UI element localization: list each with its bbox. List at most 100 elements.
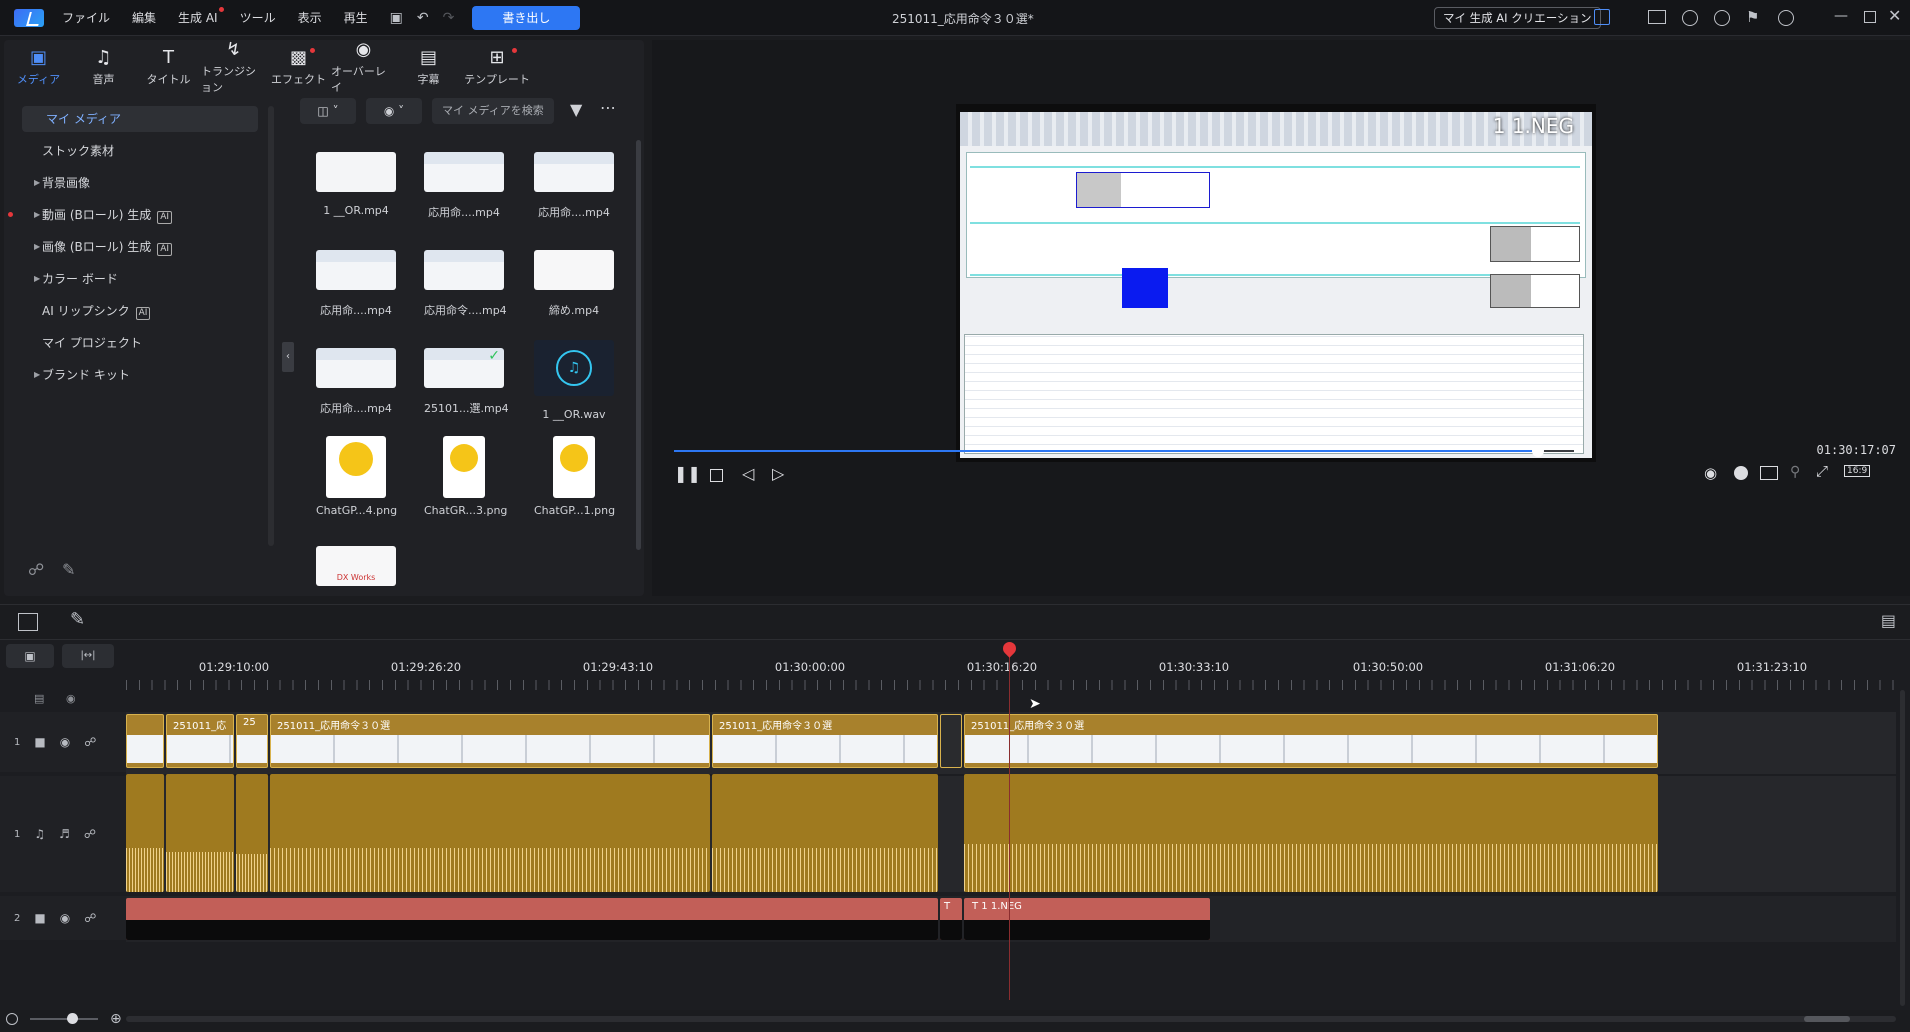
redo-icon[interactable]: ↷: [443, 10, 455, 26]
media-item[interactable]: 応用命令....mp4: [424, 250, 507, 318]
track-manager-icon[interactable]: [18, 613, 38, 631]
speaker-icon[interactable]: ♬: [59, 827, 70, 841]
restore-icon[interactable]: [1864, 11, 1876, 23]
timeline-hscroll-thumb[interactable]: [1804, 1016, 1850, 1022]
tree-item-broll-video[interactable]: ▶ 動画 (Bロール) 生成 AI: [4, 202, 274, 228]
close-icon[interactable]: ✕: [1888, 6, 1901, 25]
tab-effect[interactable]: ▩ エフェクト: [266, 40, 331, 94]
tree-item-broll-image[interactable]: ▶ 画像 (Bロール) 生成 AI: [4, 234, 274, 260]
track-list-icon[interactable]: ▤: [34, 692, 44, 705]
notification-icon[interactable]: ⚑: [1746, 8, 1759, 26]
media-item[interactable]: 締め.mp4: [534, 250, 614, 318]
tab-title[interactable]: T タイトル: [136, 40, 201, 94]
zoom-icon[interactable]: ⚲: [1790, 464, 1800, 480]
timeline-hscrollbar[interactable]: [126, 1016, 1896, 1022]
menu-edit[interactable]: 編集: [132, 9, 156, 26]
lock-icon[interactable]: ☍: [84, 911, 96, 925]
video-clip[interactable]: [940, 714, 962, 768]
audio-clip[interactable]: [236, 774, 268, 892]
video-clip[interactable]: 251011_応用命令３０選: [964, 714, 1658, 768]
title-clip[interactable]: T 1 1.NEG: [964, 898, 1210, 940]
menu-file[interactable]: ファイル: [62, 9, 110, 26]
eye-icon[interactable]: ◉: [60, 911, 70, 925]
search-input[interactable]: マイ メディアを検索: [432, 98, 554, 124]
preview-video[interactable]: 1 1.NEG: [956, 104, 1596, 462]
audio-clip[interactable]: [126, 774, 164, 892]
tab-transition[interactable]: ↯ トランジション: [201, 39, 266, 94]
media-item[interactable]: 応用命....mp4: [316, 250, 396, 318]
media-item[interactable]: ChatGP...1.png: [534, 436, 615, 517]
tree-item-my-media[interactable]: マイ メディア: [22, 106, 258, 132]
export-button[interactable]: 書き出し: [472, 5, 581, 30]
zoom-in-icon[interactable]: ⊕: [110, 1011, 122, 1027]
video-clip[interactable]: 251011_応用命令３０選: [270, 714, 710, 768]
subtitle-toggle-icon[interactable]: [1760, 466, 1778, 480]
tree-item-my-project[interactable]: マイ プロジェクト: [4, 330, 274, 356]
seek-bar[interactable]: [674, 445, 1574, 457]
menu-tools[interactable]: ツール: [240, 9, 276, 26]
filter-icon[interactable]: ▼: [570, 100, 582, 119]
fit-timeline-button[interactable]: |↔|: [62, 644, 114, 668]
import-button[interactable]: ◫ ˅: [300, 98, 356, 124]
timeline-settings-icon[interactable]: ▤: [1881, 611, 1896, 630]
undo-icon[interactable]: ↶: [417, 10, 429, 26]
video-clip[interactable]: [126, 714, 164, 768]
gear-icon[interactable]: [1682, 10, 1698, 26]
tree-item-ai-lipsync[interactable]: AI リップシンク AI: [4, 298, 274, 324]
tab-audio[interactable]: ♫ 音声: [71, 40, 136, 94]
zoom-slider-handle[interactable]: [67, 1013, 78, 1024]
title-clip[interactable]: T: [940, 898, 962, 940]
timeline-view-button[interactable]: ▣: [6, 644, 54, 668]
zoom-out-icon[interactable]: [6, 1013, 18, 1025]
account-icon[interactable]: [1778, 10, 1794, 26]
tree-item-background[interactable]: ▶ 背景画像: [4, 170, 274, 196]
next-frame-icon[interactable]: ▷: [772, 464, 784, 483]
video-clip[interactable]: 251011_応: [166, 714, 234, 768]
video-clip[interactable]: 251011_応用命令３０選: [712, 714, 938, 768]
seek-handle[interactable]: [1532, 445, 1544, 457]
media-item[interactable]: ChatGR...3.png: [424, 436, 507, 517]
audio-clip[interactable]: [964, 774, 1658, 892]
zoom-slider[interactable]: [30, 1018, 98, 1020]
media-item[interactable]: DX Works: [316, 546, 396, 586]
tag-icon[interactable]: ☍: [28, 560, 44, 579]
timeline-vscrollbar[interactable]: [1900, 690, 1905, 1006]
media-item[interactable]: ♫ 1 __OR.wav: [534, 340, 614, 421]
media-item[interactable]: 応用命....mp4: [316, 348, 396, 416]
edit-icon[interactable]: ✎: [70, 609, 85, 630]
media-item[interactable]: 応用命....mp4: [534, 152, 614, 220]
menu-view[interactable]: 表示: [298, 9, 322, 26]
tab-subtitle[interactable]: ▤ 字幕: [396, 40, 461, 94]
tree-item-color-board[interactable]: ▶ カラー ボード: [4, 266, 274, 292]
tree-item-brand-kit[interactable]: ▶ ブランド キット: [4, 362, 274, 388]
lock-icon[interactable]: ☍: [84, 827, 96, 841]
tab-template[interactable]: ⊞ テンプレート: [461, 40, 533, 94]
media-item[interactable]: 1 __OR.mp4: [316, 152, 396, 217]
media-scrollbar[interactable]: [636, 140, 641, 550]
video-clip[interactable]: 25: [236, 714, 268, 768]
tab-overlay[interactable]: ◉ オーバーレイ: [331, 39, 396, 94]
previous-frame-icon[interactable]: ◁: [742, 464, 754, 483]
media-item[interactable]: 応用命....mp4: [424, 152, 504, 220]
fullscreen-icon[interactable]: ⤢: [1816, 462, 1828, 480]
audio-clip[interactable]: [712, 774, 938, 892]
tree-scrollbar[interactable]: [268, 106, 274, 546]
download-icon[interactable]: [1594, 9, 1610, 25]
quality-icon[interactable]: [1734, 466, 1748, 480]
tag-edit-icon[interactable]: ✎: [62, 560, 75, 579]
snapshot-icon[interactable]: ◉: [1704, 464, 1717, 482]
media-item[interactable]: ChatGP...4.png: [316, 436, 397, 517]
overlay-clip[interactable]: [126, 898, 938, 940]
lock-icon[interactable]: ☍: [84, 735, 96, 749]
track-visibility-icon[interactable]: ◉: [66, 692, 76, 705]
playhead[interactable]: [1009, 648, 1010, 1000]
stop-icon[interactable]: [710, 469, 723, 482]
audio-clip[interactable]: [270, 774, 710, 892]
tree-item-stock[interactable]: ストック素材: [4, 138, 274, 164]
more-icon[interactable]: ⋯: [600, 98, 616, 117]
eye-icon[interactable]: ◉: [60, 735, 70, 749]
help-icon[interactable]: [1714, 10, 1730, 26]
media-item[interactable]: ✓ 25101...選.mp4: [424, 348, 509, 416]
save-icon[interactable]: ▣: [390, 10, 403, 26]
pause-icon[interactable]: ❚❚: [674, 464, 701, 483]
